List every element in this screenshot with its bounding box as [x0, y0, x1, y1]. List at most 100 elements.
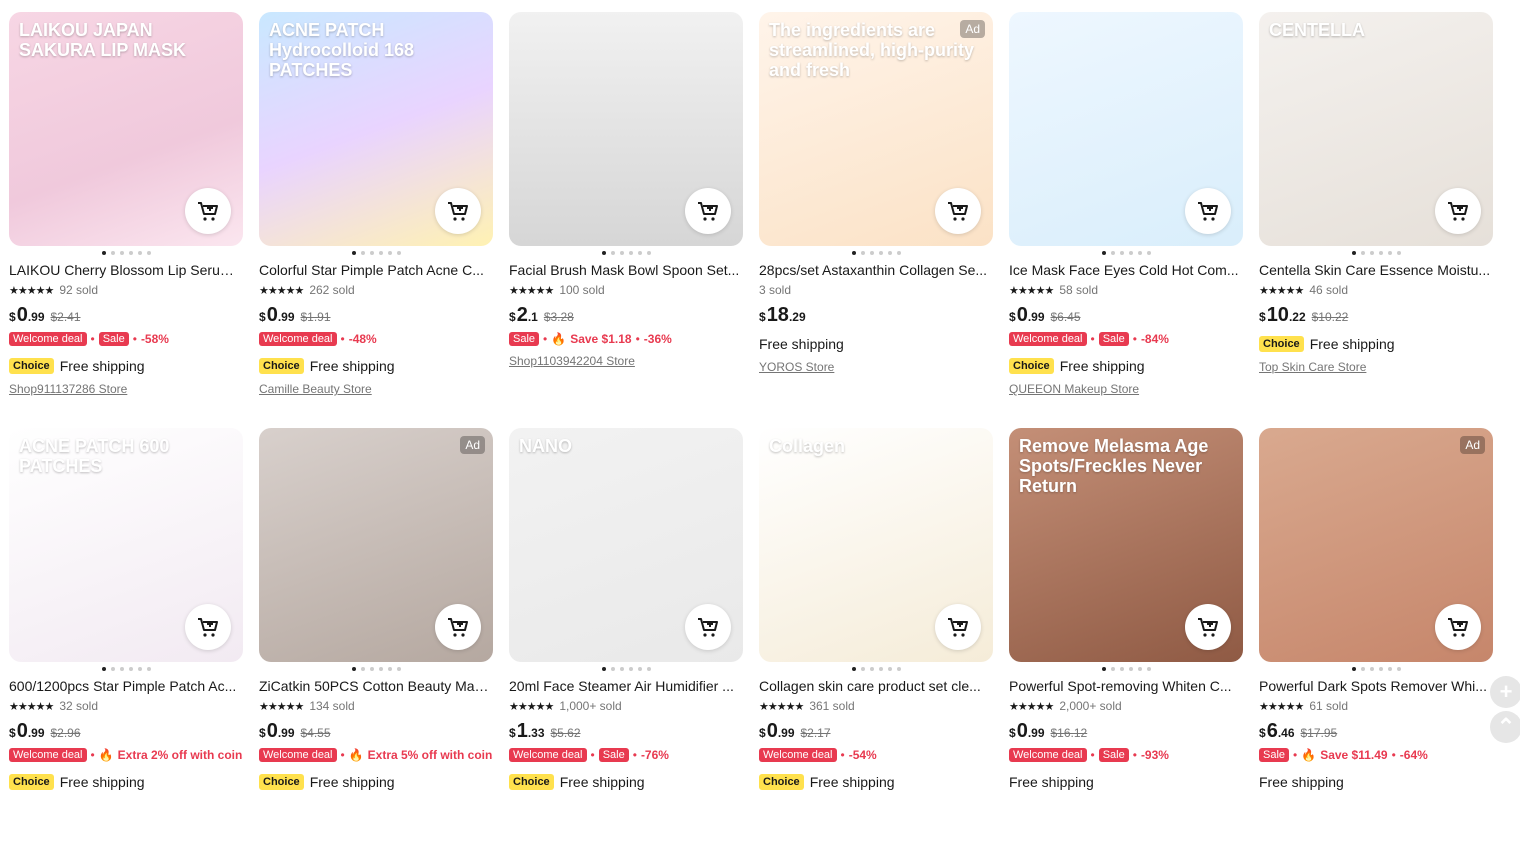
product-card[interactable]: Remove Melasma Age Spots/Freckles Never …: [1009, 428, 1243, 844]
sold-count: 262 sold: [309, 283, 355, 297]
cart-plus-icon: [1448, 202, 1468, 221]
shipping-row: Choice Free shipping: [1009, 356, 1243, 376]
store-link[interactable]: QUEEON Makeup Store: [1009, 382, 1243, 398]
product-card[interactable]: CENTELLA Centella Skin Care Essence Moist…: [1259, 12, 1493, 428]
carousel-dots[interactable]: [759, 251, 993, 257]
product-card[interactable]: Ad ZiCatkin 50PCS Cotton Beauty Mas... ★★★…: [259, 428, 493, 844]
product-title[interactable]: Facial Brush Mask Bowl Spoon Set...: [509, 261, 743, 279]
product-image[interactable]: ACNE PATCH Hydrocolloid 168 PATCHES: [259, 12, 493, 246]
product-image[interactable]: Remove Melasma Age Spots/Freckles Never …: [1009, 428, 1243, 662]
product-image[interactable]: LAIKOU JAPAN SAKURA LIP MASK: [9, 12, 243, 246]
promo-tag: Welcome deal: [259, 748, 337, 762]
promo-row: Welcome deal • -54%: [759, 746, 993, 764]
promo-row: Sale • 🔥 Save $11.49 • -64%: [1259, 746, 1493, 764]
store-link[interactable]: Camille Beauty Store: [259, 382, 493, 398]
product-card[interactable]: The ingredients are streamlined, high-pu…: [759, 12, 993, 428]
add-to-cart-button[interactable]: [1435, 188, 1481, 234]
product-image[interactable]: Ad: [1259, 428, 1493, 662]
add-to-cart-button[interactable]: [185, 188, 231, 234]
store-link[interactable]: YOROS Store: [759, 360, 993, 376]
star-rating-icon: ★★★★★: [1259, 284, 1304, 297]
product-image[interactable]: CENTELLA: [1259, 12, 1493, 246]
store-link[interactable]: Shop911137286 Store: [9, 382, 243, 398]
sold-count: 100 sold: [559, 283, 605, 297]
choice-badge: Choice: [9, 774, 54, 790]
choice-badge: Choice: [9, 358, 54, 374]
carousel-dots[interactable]: [259, 251, 493, 257]
promo-row: Welcome deal • Sale • -93%: [1009, 746, 1243, 764]
product-card[interactable]: ACNE PATCH Hydrocolloid 168 PATCHES Color…: [259, 12, 493, 428]
product-image[interactable]: [1009, 12, 1243, 246]
product-image[interactable]: The ingredients are streamlined, high-pu…: [759, 12, 993, 246]
product-title[interactable]: Ice Mask Face Eyes Cold Hot Com...: [1009, 261, 1243, 279]
discount-label: -54%: [848, 748, 877, 762]
rating-row: ★★★★★ 2,000+ sold: [1009, 698, 1243, 714]
sold-count: 46 sold: [1309, 283, 1349, 297]
product-image[interactable]: NANO: [509, 428, 743, 662]
product-title[interactable]: Powerful Dark Spots Remover Whi...: [1259, 677, 1493, 695]
product-title[interactable]: 600/1200pcs Star Pimple Patch Ac...: [9, 677, 243, 695]
shipping-row: Choice Free shipping: [759, 772, 993, 792]
add-to-cart-button[interactable]: [435, 188, 481, 234]
product-title[interactable]: 28pcs/set Astaxanthin Collagen Se...: [759, 261, 993, 279]
product-card[interactable]: Ice Mask Face Eyes Cold Hot Com... ★★★★★ 5…: [1009, 12, 1243, 428]
carousel-dots[interactable]: [1259, 251, 1493, 257]
shipping-row: Free shipping: [759, 334, 993, 354]
carousel-dots[interactable]: [509, 667, 743, 673]
product-card[interactable]: ACNE PATCH 600 PATCHES 600/1200pcs Star P…: [9, 428, 243, 844]
add-to-cart-button[interactable]: [935, 604, 981, 650]
product-image[interactable]: [509, 12, 743, 246]
product-title[interactable]: Powerful Spot-removing Whiten C...: [1009, 677, 1243, 695]
product-title[interactable]: Collagen skin care product set cle...: [759, 677, 993, 695]
product-image[interactable]: Ad: [259, 428, 493, 662]
product-card[interactable]: LAIKOU JAPAN SAKURA LIP MASK LAIKOU Cherr…: [9, 12, 243, 428]
add-to-cart-button[interactable]: [185, 604, 231, 650]
store-link[interactable]: Top Skin Care Store: [1259, 360, 1493, 376]
price-decimal: .29: [788, 310, 806, 324]
add-to-cart-button[interactable]: [685, 604, 731, 650]
product-title[interactable]: 20ml Face Steamer Air Humidifier ...: [509, 677, 743, 695]
add-to-cart-button[interactable]: [1185, 604, 1231, 650]
price-integer: 0: [1016, 720, 1028, 742]
star-rating-icon: ★★★★★: [259, 284, 304, 297]
add-icon-button[interactable]: +: [1490, 676, 1520, 708]
separator-dot: •: [543, 332, 548, 346]
product-title[interactable]: Centella Skin Care Essence Moistu...: [1259, 261, 1493, 279]
add-to-cart-button[interactable]: [685, 188, 731, 234]
carousel-dots[interactable]: [1009, 251, 1243, 257]
product-image[interactable]: Collagen: [759, 428, 993, 662]
plus-icon: +: [1499, 679, 1513, 704]
promo-tag: Welcome deal: [259, 332, 337, 346]
sold-count: 1,000+ sold: [559, 699, 622, 713]
original-price: $3.28: [543, 310, 574, 324]
scroll-top-button[interactable]: ⌃: [1490, 711, 1520, 743]
choice-badge: Choice: [1259, 336, 1304, 352]
add-to-cart-button[interactable]: [1435, 604, 1481, 650]
cart-plus-icon: [198, 618, 218, 637]
separator-dot: •: [1090, 748, 1095, 762]
add-to-cart-button[interactable]: [1185, 188, 1231, 234]
product-title[interactable]: LAIKOU Cherry Blossom Lip Serum...: [9, 261, 243, 279]
discount-label: -84%: [1140, 332, 1169, 346]
product-card[interactable]: NANO 20ml Face Steamer Air Humidifier ...…: [509, 428, 743, 844]
cart-plus-icon: [948, 202, 968, 221]
add-to-cart-button[interactable]: [435, 604, 481, 650]
carousel-dots[interactable]: [759, 667, 993, 673]
product-card[interactable]: Ad Powerful Dark Spots Remover Whi... ★★★★…: [1259, 428, 1493, 844]
store-link[interactable]: Shop1103942204 Store: [509, 354, 743, 370]
star-rating-icon: ★★★★★: [1009, 700, 1054, 713]
price-integer: 10: [1266, 304, 1289, 326]
product-image[interactable]: ACNE PATCH 600 PATCHES: [9, 428, 243, 662]
add-to-cart-button[interactable]: [935, 188, 981, 234]
product-title[interactable]: Colorful Star Pimple Patch Acne C...: [259, 261, 493, 279]
product-title[interactable]: ZiCatkin 50PCS Cotton Beauty Mas...: [259, 677, 493, 695]
carousel-dots[interactable]: [1259, 667, 1493, 673]
carousel-dots[interactable]: [1009, 667, 1243, 673]
choice-badge: Choice: [259, 774, 304, 790]
product-card[interactable]: Facial Brush Mask Bowl Spoon Set... ★★★★★…: [509, 12, 743, 428]
carousel-dots[interactable]: [9, 251, 243, 257]
carousel-dots[interactable]: [509, 251, 743, 257]
carousel-dots[interactable]: [259, 667, 493, 673]
carousel-dots[interactable]: [9, 667, 243, 673]
product-card[interactable]: Collagen Collagen skin care product set c…: [759, 428, 993, 844]
